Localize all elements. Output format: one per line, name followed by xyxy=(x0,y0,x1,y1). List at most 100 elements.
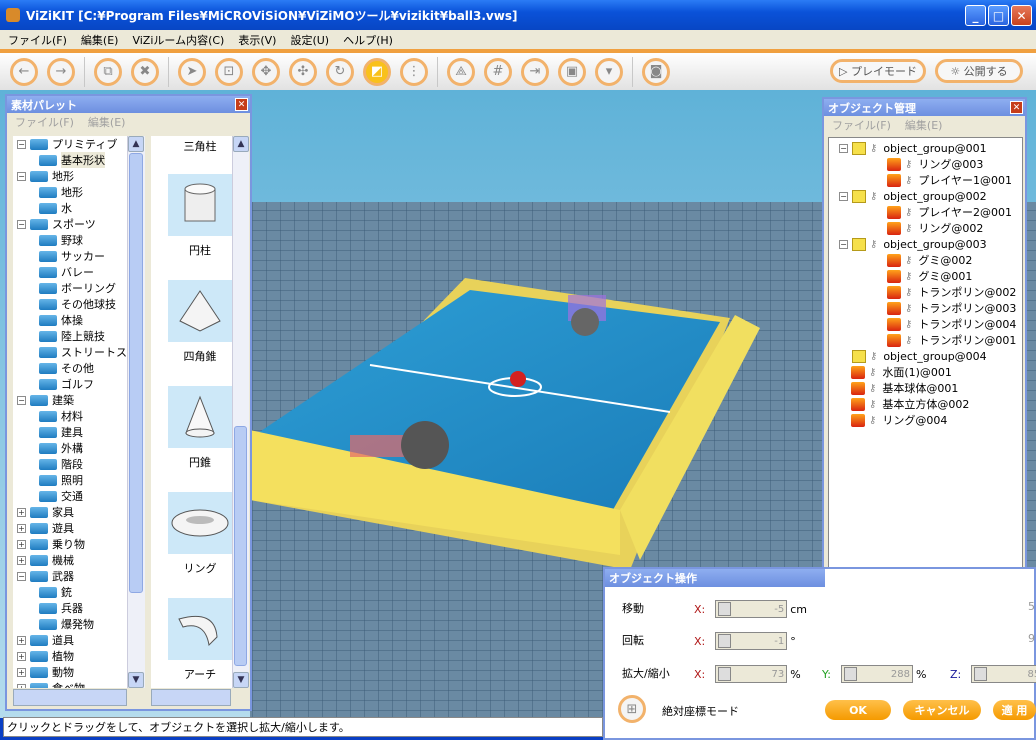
forward-icon[interactable]: → xyxy=(47,57,75,86)
spinner-icon[interactable] xyxy=(843,667,857,681)
select-icon[interactable]: ➤ xyxy=(178,57,206,86)
menu-file[interactable]: ファイル(F) xyxy=(8,32,67,48)
category-hscrollbar[interactable] xyxy=(13,689,127,706)
close-icon[interactable]: ✕ xyxy=(235,98,248,111)
lock-key-icon[interactable]: ⚷ xyxy=(905,319,912,330)
spinner-icon[interactable] xyxy=(718,667,732,681)
box-off-icon[interactable]: ▣ xyxy=(558,57,586,86)
expand-toggle-icon[interactable]: + xyxy=(17,555,26,565)
category-item[interactable]: 爆発物 xyxy=(13,616,145,632)
object-item[interactable]: ⚷ プレイヤー2@001 xyxy=(829,204,1022,220)
category-item[interactable]: 建具 xyxy=(13,424,145,440)
maximize-button[interactable]: □ xyxy=(988,5,1009,26)
expand-toggle-icon[interactable]: + xyxy=(17,667,26,677)
category-item[interactable]: 体操 xyxy=(13,312,145,328)
object-item[interactable]: − ⚷ object_group@002 xyxy=(829,188,1022,204)
expand-toggle-icon[interactable]: + xyxy=(17,683,26,688)
scroll-up-icon[interactable]: ▲ xyxy=(233,136,249,152)
object-item[interactable]: ⚷ トランポリン@001 xyxy=(829,332,1022,348)
shape-scrollbar[interactable]: ▲ ▼ xyxy=(232,136,249,688)
category-item[interactable]: 銃 xyxy=(13,584,145,600)
expand-toggle-icon[interactable]: + xyxy=(17,635,26,645)
object-item[interactable]: ⚷ リング@003 xyxy=(829,156,1022,172)
category-item[interactable]: + 機械 xyxy=(13,552,145,568)
category-item[interactable]: 兵器 xyxy=(13,600,145,616)
ok-button[interactable]: OK xyxy=(825,700,891,720)
move-icon[interactable]: ✣ xyxy=(289,57,317,86)
expand-toggle-icon[interactable]: − xyxy=(17,171,26,181)
category-item[interactable]: + 乗り物 xyxy=(13,536,145,552)
xyz-icon[interactable]: ⋮ xyxy=(400,57,428,86)
category-item[interactable]: 野球 xyxy=(13,232,145,248)
close-icon[interactable]: ✕ xyxy=(1010,101,1023,114)
ball[interactable] xyxy=(510,371,526,387)
player1-puck[interactable] xyxy=(401,421,449,469)
category-item[interactable]: 交通 xyxy=(13,488,145,504)
lock-key-icon[interactable]: ⚷ xyxy=(905,255,912,266)
object-item[interactable]: ⚷ 基本立方体@002 xyxy=(829,396,1022,412)
category-item[interactable]: その他 xyxy=(13,360,145,376)
category-item[interactable]: 陸上競技 xyxy=(13,328,145,344)
category-item[interactable]: ストリートス xyxy=(13,344,145,360)
expand-toggle-icon[interactable]: − xyxy=(17,571,26,581)
menu-edit[interactable]: 編集(E) xyxy=(81,32,119,48)
expand-toggle-icon[interactable]: + xyxy=(17,539,26,549)
move-x-input[interactable]: -5 xyxy=(715,600,788,618)
object-item[interactable]: ⚷ リング@002 xyxy=(829,220,1022,236)
objects-menu-file[interactable]: ファイル(F) xyxy=(832,117,891,133)
palette-menu-file[interactable]: ファイル(F) xyxy=(15,114,74,130)
object-item[interactable]: − ⚷ object_group@003 xyxy=(829,236,1022,252)
spinner-icon[interactable] xyxy=(718,634,732,648)
scale-x-input[interactable]: 73 xyxy=(715,665,788,683)
expand-toggle-icon[interactable]: − xyxy=(839,143,848,153)
category-item[interactable]: 外構 xyxy=(13,440,145,456)
object-item[interactable]: ⚷ 水面(1)@001 xyxy=(829,364,1022,380)
category-item[interactable]: その他球技 xyxy=(13,296,145,312)
category-item[interactable]: − プリミティブ xyxy=(13,136,145,152)
category-item[interactable]: 水 xyxy=(13,200,145,216)
back-icon[interactable]: ← xyxy=(10,57,38,86)
scroll-thumb[interactable] xyxy=(234,426,247,666)
expand-toggle-icon[interactable]: − xyxy=(17,395,26,405)
player2-puck[interactable] xyxy=(571,308,599,336)
category-item[interactable]: バレー xyxy=(13,264,145,280)
category-item[interactable]: 階段 xyxy=(13,456,145,472)
lock-key-icon[interactable]: ⚷ xyxy=(905,303,912,314)
rotate-x-input[interactable]: -1 xyxy=(715,632,788,650)
scroll-down-icon[interactable]: ▼ xyxy=(233,672,249,688)
category-item[interactable]: − 地形 xyxy=(13,168,145,184)
object-item[interactable]: − ⚷ object_group@001 xyxy=(829,140,1022,156)
lock-key-icon[interactable]: ⚷ xyxy=(905,335,912,346)
object-item[interactable]: ⚷ グミ@001 xyxy=(829,268,1022,284)
object-item[interactable]: ⚷ トランポリン@004 xyxy=(829,316,1022,332)
lock-key-icon[interactable]: ⚷ xyxy=(869,383,876,394)
lock-key-icon[interactable]: ⚷ xyxy=(905,287,912,298)
category-item[interactable]: + 植物 xyxy=(13,648,145,664)
group-icon[interactable]: ⧉ xyxy=(94,57,122,86)
category-item[interactable]: 地形 xyxy=(13,184,145,200)
scroll-down-icon[interactable]: ▼ xyxy=(128,672,144,688)
object-item[interactable]: ⚷ object_group@004 xyxy=(829,348,1022,364)
cancel-button[interactable]: キャンセル xyxy=(903,700,981,720)
expand-toggle-icon[interactable]: + xyxy=(17,651,26,661)
object-item[interactable]: ⚷ リング@004 xyxy=(829,412,1022,428)
category-tree[interactable]: − プリミティブ 基本形状 − 地形 地形水 − スポーツ 野球 サッカー バレー ボーリング その他球… xyxy=(13,136,145,688)
publish-button[interactable]: ☼ 公開する xyxy=(935,59,1023,83)
camera-icon[interactable]: ◙ xyxy=(642,57,670,86)
category-item[interactable]: 基本形状 xyxy=(13,152,145,168)
absolute-mode-icon[interactable]: ⊞ xyxy=(618,695,646,723)
axes-icon[interactable]: ⟁ xyxy=(447,57,475,86)
object-tree[interactable]: − ⚷ object_group@001 ⚷ リング@003 ⚷ プレイヤー1@001 − ⚷ o… xyxy=(828,137,1023,612)
lock-key-icon[interactable]: ⚷ xyxy=(870,239,877,250)
move-xz-icon[interactable]: ✥ xyxy=(252,57,280,86)
lock-key-icon[interactable]: ⚷ xyxy=(905,175,912,186)
scale-z-input[interactable]: 85 xyxy=(971,665,1036,683)
object-item[interactable]: ⚷ プレイヤー1@001 xyxy=(829,172,1022,188)
scale-y-input[interactable]: 288 xyxy=(840,665,913,683)
lock-key-icon[interactable]: ⚷ xyxy=(870,143,877,154)
category-item[interactable]: − 武器 xyxy=(13,568,145,584)
category-item[interactable]: − スポーツ xyxy=(13,216,145,232)
lock-key-icon[interactable]: ⚷ xyxy=(870,351,877,362)
lock-key-icon[interactable]: ⚷ xyxy=(905,271,912,282)
category-item[interactable]: ゴルフ xyxy=(13,376,145,392)
